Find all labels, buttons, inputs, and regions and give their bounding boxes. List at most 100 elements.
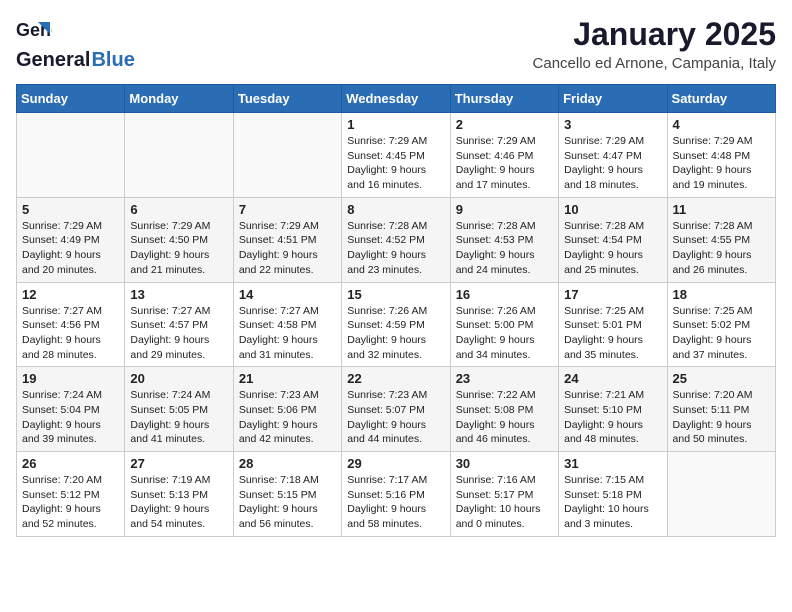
calendar-cell: 2Sunrise: 7:29 AM Sunset: 4:46 PM Daylig… <box>450 113 558 198</box>
calendar-cell: 24 Sunrise: 7:21 AM Sunset: 5:10 PM Dayli… <box>559 367 667 452</box>
day-info: Sunrise: 7:20 AM Sunset: 5:12 PM Dayligh… <box>22 473 119 532</box>
day-info: Sunrise: 7:29 AM Sunset: 4:51 PM Dayligh… <box>239 219 336 278</box>
day-number: 22 <box>347 371 444 386</box>
logo: General General Blue <box>16 16 135 72</box>
day-info: Sunrise: 7:21 AM Sunset: 5:10 PM Dayligh… <box>564 388 661 447</box>
calendar-cell: 6 Sunrise: 7:29 AM Sunset: 4:50 PM Daylig… <box>125 197 233 282</box>
day-number: 17 <box>564 287 661 302</box>
calendar-cell: 20Sunrise: 7:24 AM Sunset: 5:05 PM Dayli… <box>125 367 233 452</box>
page-header: General General Blue January 2025 Cancel… <box>16 16 776 72</box>
calendar-cell: 3 Sunrise: 7:29 AM Sunset: 4:47 PM Daylig… <box>559 113 667 198</box>
calendar-week-2: 5 Sunrise: 7:29 AM Sunset: 4:49 PM Daylig… <box>17 197 776 282</box>
calendar-cell <box>17 113 125 198</box>
day-number: 31 <box>564 456 661 471</box>
calendar-cell: 15 Sunrise: 7:26 AM Sunset: 4:59 PM Dayli… <box>342 282 450 367</box>
day-number: 6 <box>130 202 227 217</box>
day-number: 12 <box>22 287 119 302</box>
day-number: 1 <box>347 117 444 132</box>
day-info: Sunrise: 7:25 AM Sunset: 5:01 PM Dayligh… <box>564 304 661 363</box>
calendar-week-5: 26 Sunrise: 7:20 AM Sunset: 5:12 PM Dayli… <box>17 452 776 537</box>
month-title: January 2025 <box>533 16 776 53</box>
weekday-header-thursday: Thursday <box>450 85 558 113</box>
day-info: Sunrise: 7:16 AM Sunset: 5:17 PM Dayligh… <box>456 473 553 532</box>
calendar-cell: 29 Sunrise: 7:17 AM Sunset: 5:16 PM Dayli… <box>342 452 450 537</box>
day-info: Sunrise: 7:28 AM Sunset: 4:55 PM Dayligh… <box>673 219 770 278</box>
day-number: 10 <box>564 202 661 217</box>
day-info: Sunrise: 7:29 AM Sunset: 4:48 PM Dayligh… <box>673 134 770 193</box>
day-info: Sunrise: 7:22 AM Sunset: 5:08 PM Dayligh… <box>456 388 553 447</box>
calendar-table: SundayMondayTuesdayWednesdayThursdayFrid… <box>16 84 776 537</box>
calendar-cell: 18 Sunrise: 7:25 AM Sunset: 5:02 PM Dayli… <box>667 282 775 367</box>
calendar-cell: 16 Sunrise: 7:26 AM Sunset: 5:00 PM Dayli… <box>450 282 558 367</box>
calendar-cell: 30Sunrise: 7:16 AM Sunset: 5:17 PM Dayli… <box>450 452 558 537</box>
day-info: Sunrise: 7:20 AM Sunset: 5:11 PM Dayligh… <box>673 388 770 447</box>
calendar-cell <box>125 113 233 198</box>
day-number: 5 <box>22 202 119 217</box>
weekday-header-row: SundayMondayTuesdayWednesdayThursdayFrid… <box>17 85 776 113</box>
calendar-week-3: 12 Sunrise: 7:27 AM Sunset: 4:56 PM Dayli… <box>17 282 776 367</box>
calendar-week-1: 1Sunrise: 7:29 AM Sunset: 4:45 PM Daylig… <box>17 113 776 198</box>
calendar-cell: 10 Sunrise: 7:28 AM Sunset: 4:54 PM Dayli… <box>559 197 667 282</box>
day-info: Sunrise: 7:18 AM Sunset: 5:15 PM Dayligh… <box>239 473 336 532</box>
calendar-week-4: 19 Sunrise: 7:24 AM Sunset: 5:04 PM Dayli… <box>17 367 776 452</box>
day-number: 25 <box>673 371 770 386</box>
day-number: 15 <box>347 287 444 302</box>
weekday-header-monday: Monday <box>125 85 233 113</box>
calendar-cell: 25 Sunrise: 7:20 AM Sunset: 5:11 PM Dayli… <box>667 367 775 452</box>
calendar-cell: 9 Sunrise: 7:28 AM Sunset: 4:53 PM Daylig… <box>450 197 558 282</box>
day-number: 18 <box>673 287 770 302</box>
day-info: Sunrise: 7:24 AM Sunset: 5:04 PM Dayligh… <box>22 388 119 447</box>
calendar-cell: 8 Sunrise: 7:28 AM Sunset: 4:52 PM Daylig… <box>342 197 450 282</box>
day-info: Sunrise: 7:29 AM Sunset: 4:50 PM Dayligh… <box>130 219 227 278</box>
day-info: Sunrise: 7:28 AM Sunset: 4:54 PM Dayligh… <box>564 219 661 278</box>
day-number: 20 <box>130 371 227 386</box>
weekday-header-saturday: Saturday <box>667 85 775 113</box>
calendar-cell: 13Sunrise: 7:27 AM Sunset: 4:57 PM Dayli… <box>125 282 233 367</box>
day-info: Sunrise: 7:15 AM Sunset: 5:18 PM Dayligh… <box>564 473 661 532</box>
day-number: 13 <box>130 287 227 302</box>
calendar-cell: 31 Sunrise: 7:15 AM Sunset: 5:18 PM Dayli… <box>559 452 667 537</box>
day-info: Sunrise: 7:28 AM Sunset: 4:53 PM Dayligh… <box>456 219 553 278</box>
calendar-cell: 11Sunrise: 7:28 AM Sunset: 4:55 PM Dayli… <box>667 197 775 282</box>
day-info: Sunrise: 7:26 AM Sunset: 5:00 PM Dayligh… <box>456 304 553 363</box>
day-info: Sunrise: 7:17 AM Sunset: 5:16 PM Dayligh… <box>347 473 444 532</box>
day-info: Sunrise: 7:23 AM Sunset: 5:07 PM Dayligh… <box>347 388 444 447</box>
calendar-cell: 28 Sunrise: 7:18 AM Sunset: 5:15 PM Dayli… <box>233 452 341 537</box>
day-number: 16 <box>456 287 553 302</box>
day-info: Sunrise: 7:26 AM Sunset: 4:59 PM Dayligh… <box>347 304 444 363</box>
day-number: 8 <box>347 202 444 217</box>
day-number: 24 <box>564 371 661 386</box>
calendar-cell: 17 Sunrise: 7:25 AM Sunset: 5:01 PM Dayli… <box>559 282 667 367</box>
day-number: 23 <box>456 371 553 386</box>
calendar-cell: 4Sunrise: 7:29 AM Sunset: 4:48 PM Daylig… <box>667 113 775 198</box>
day-info: Sunrise: 7:29 AM Sunset: 4:47 PM Dayligh… <box>564 134 661 193</box>
weekday-header-friday: Friday <box>559 85 667 113</box>
day-number: 21 <box>239 371 336 386</box>
day-number: 28 <box>239 456 336 471</box>
day-info: Sunrise: 7:27 AM Sunset: 4:56 PM Dayligh… <box>22 304 119 363</box>
day-number: 9 <box>456 202 553 217</box>
day-info: Sunrise: 7:19 AM Sunset: 5:13 PM Dayligh… <box>130 473 227 532</box>
day-number: 19 <box>22 371 119 386</box>
day-info: Sunrise: 7:29 AM Sunset: 4:46 PM Dayligh… <box>456 134 553 193</box>
calendar-cell: 21 Sunrise: 7:23 AM Sunset: 5:06 PM Dayli… <box>233 367 341 452</box>
day-info: Sunrise: 7:27 AM Sunset: 4:58 PM Dayligh… <box>239 304 336 363</box>
calendar-cell <box>667 452 775 537</box>
day-info: Sunrise: 7:28 AM Sunset: 4:52 PM Dayligh… <box>347 219 444 278</box>
calendar-cell: 26 Sunrise: 7:20 AM Sunset: 5:12 PM Dayli… <box>17 452 125 537</box>
day-number: 7 <box>239 202 336 217</box>
day-number: 14 <box>239 287 336 302</box>
calendar-cell: 23 Sunrise: 7:22 AM Sunset: 5:08 PM Dayli… <box>450 367 558 452</box>
day-number: 29 <box>347 456 444 471</box>
calendar-cell: 19 Sunrise: 7:24 AM Sunset: 5:04 PM Dayli… <box>17 367 125 452</box>
day-info: Sunrise: 7:29 AM Sunset: 4:49 PM Dayligh… <box>22 219 119 278</box>
day-number: 26 <box>22 456 119 471</box>
day-number: 27 <box>130 456 227 471</box>
title-block: January 2025 Cancello ed Arnone, Campani… <box>533 16 776 72</box>
calendar-cell: 27 Sunrise: 7:19 AM Sunset: 5:13 PM Dayli… <box>125 452 233 537</box>
day-number: 3 <box>564 117 661 132</box>
day-info: Sunrise: 7:23 AM Sunset: 5:06 PM Dayligh… <box>239 388 336 447</box>
calendar-cell <box>233 113 341 198</box>
calendar-cell: 1Sunrise: 7:29 AM Sunset: 4:45 PM Daylig… <box>342 113 450 198</box>
day-info: Sunrise: 7:25 AM Sunset: 5:02 PM Dayligh… <box>673 304 770 363</box>
